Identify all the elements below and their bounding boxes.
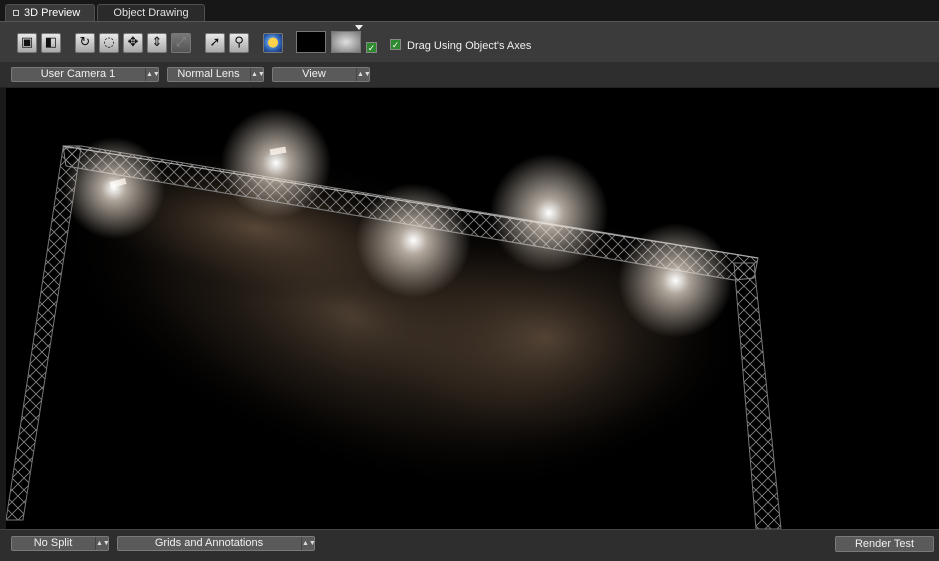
render-globe-icon[interactable]: ● bbox=[263, 33, 283, 53]
zoom-region-icon[interactable]: ⤢ bbox=[171, 33, 191, 53]
rendered-scene bbox=[6, 139, 782, 529]
rotate-icon[interactable]: ↻ bbox=[75, 33, 95, 53]
grids-select-value: Grids and Annotations bbox=[154, 537, 264, 549]
split-select[interactable]: No Split ▲▼ bbox=[11, 536, 110, 551]
window-icon bbox=[13, 10, 19, 16]
background-checkbox[interactable]: ✓ bbox=[366, 42, 377, 53]
camera-snapshot-icon[interactable]: ▣ bbox=[17, 33, 37, 53]
tab-label: Object Drawing bbox=[113, 7, 189, 19]
chevron-updown-icon: ▲▼ bbox=[356, 68, 371, 81]
split-select-value: No Split bbox=[33, 537, 73, 549]
3d-viewport[interactable] bbox=[6, 88, 939, 529]
pan-icon[interactable]: ✥ bbox=[123, 33, 143, 53]
orbit-icon[interactable]: ◌ bbox=[99, 33, 119, 53]
view-select[interactable]: View ▲▼ bbox=[272, 67, 371, 82]
grids-select[interactable]: Grids and Annotations ▲▼ bbox=[117, 536, 316, 551]
chevron-updown-icon: ▲▼ bbox=[250, 68, 265, 81]
background-color-swatch[interactable] bbox=[296, 31, 326, 53]
tab-label: 3D Preview bbox=[24, 7, 81, 19]
tab-bar: 3D Preview Object Drawing bbox=[0, 0, 939, 21]
render-test-button[interactable]: Render Test bbox=[835, 536, 934, 552]
tab-object-drawing[interactable]: Object Drawing bbox=[97, 4, 205, 21]
background-gradient-swatch[interactable] bbox=[331, 31, 361, 53]
magnifier-icon[interactable]: ⚲ bbox=[229, 33, 249, 53]
dolly-icon[interactable]: ⇕ bbox=[147, 33, 167, 53]
camera-select-value: User Camera 1 bbox=[40, 68, 116, 80]
camera-select[interactable]: User Camera 1 ▲▼ bbox=[11, 67, 160, 82]
drag-axes-checkbox[interactable]: ✓ bbox=[390, 39, 401, 50]
select-arrow-icon[interactable]: ➚ bbox=[205, 33, 225, 53]
cube-view-icon[interactable]: ◧ bbox=[41, 33, 61, 53]
chevron-updown-icon: ▲▼ bbox=[301, 537, 316, 550]
tab-3d-preview[interactable]: 3D Preview bbox=[5, 4, 95, 21]
lens-select[interactable]: Normal Lens ▲▼ bbox=[167, 67, 265, 82]
chevron-updown-icon: ▲▼ bbox=[95, 537, 110, 550]
chevron-updown-icon: ▲▼ bbox=[145, 68, 160, 81]
chevron-down-icon[interactable] bbox=[355, 25, 363, 30]
lens-select-value: Normal Lens bbox=[177, 68, 240, 80]
view-select-value: View bbox=[302, 68, 326, 80]
drag-axes-label: Drag Using Object's Axes bbox=[407, 40, 532, 52]
